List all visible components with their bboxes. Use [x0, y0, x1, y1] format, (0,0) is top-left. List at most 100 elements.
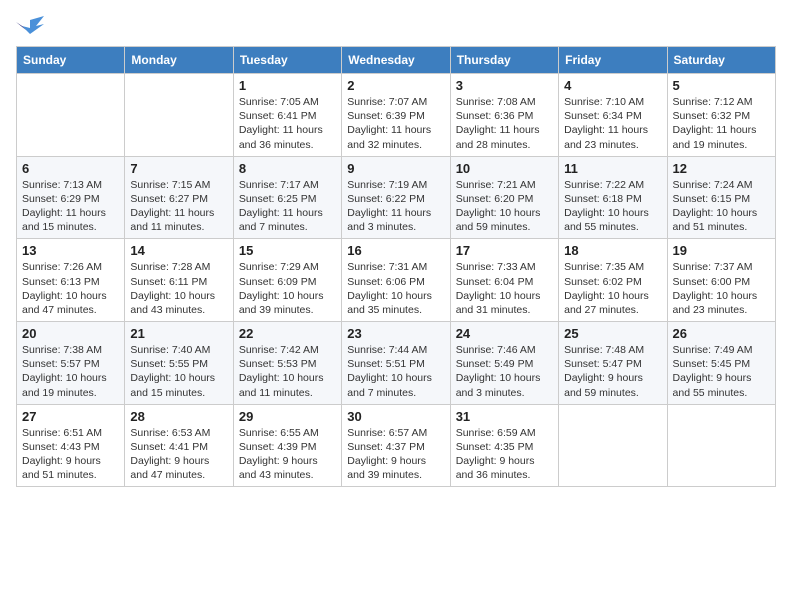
day-detail: Sunrise: 6:53 AM Sunset: 4:41 PM Dayligh… [130, 426, 227, 483]
calendar-cell: 14 Sunrise: 7:28 AM Sunset: 6:11 PM Dayli… [125, 239, 233, 322]
day-detail: Sunrise: 7:21 AM Sunset: 6:20 PM Dayligh… [456, 178, 553, 235]
page-header [16, 16, 776, 40]
calendar-week-row: 6 Sunrise: 7:13 AM Sunset: 6:29 PM Daylig… [17, 156, 776, 239]
day-detail: Sunrise: 7:35 AM Sunset: 6:02 PM Dayligh… [564, 260, 661, 317]
calendar-cell: 9 Sunrise: 7:19 AM Sunset: 6:22 PM Daylig… [342, 156, 450, 239]
day-detail: Sunrise: 7:31 AM Sunset: 6:06 PM Dayligh… [347, 260, 444, 317]
day-detail: Sunrise: 6:59 AM Sunset: 4:35 PM Dayligh… [456, 426, 553, 483]
day-number: 28 [130, 409, 227, 424]
calendar-cell: 11 Sunrise: 7:22 AM Sunset: 6:18 PM Dayli… [559, 156, 667, 239]
calendar-cell: 28 Sunrise: 6:53 AM Sunset: 4:41 PM Dayli… [125, 404, 233, 487]
calendar-cell: 20 Sunrise: 7:38 AM Sunset: 5:57 PM Dayli… [17, 322, 125, 405]
day-number: 21 [130, 326, 227, 341]
weekday-header-cell: Sunday [17, 47, 125, 74]
day-number: 23 [347, 326, 444, 341]
day-number: 18 [564, 243, 661, 258]
calendar-cell: 4Sunrise: 7:10 AM Sunset: 6:34 PM Daylig… [559, 74, 667, 157]
day-number: 17 [456, 243, 553, 258]
logo [16, 16, 48, 40]
day-detail: Sunrise: 7:15 AM Sunset: 6:27 PM Dayligh… [130, 178, 227, 235]
day-detail: Sunrise: 7:49 AM Sunset: 5:45 PM Dayligh… [673, 343, 770, 400]
calendar-week-row: 13Sunrise: 7:26 AM Sunset: 6:13 PM Dayli… [17, 239, 776, 322]
calendar-cell: 21 Sunrise: 7:40 AM Sunset: 5:55 PM Dayli… [125, 322, 233, 405]
weekday-header-cell: Thursday [450, 47, 558, 74]
day-detail: Sunrise: 7:42 AM Sunset: 5:53 PM Dayligh… [239, 343, 336, 400]
calendar-cell: 12 Sunrise: 7:24 AM Sunset: 6:15 PM Dayli… [667, 156, 775, 239]
calendar-cell: 29 Sunrise: 6:55 AM Sunset: 4:39 PM Dayli… [233, 404, 341, 487]
day-detail: Sunrise: 7:29 AM Sunset: 6:09 PM Dayligh… [239, 260, 336, 317]
day-detail: Sunrise: 7:24 AM Sunset: 6:15 PM Dayligh… [673, 178, 770, 235]
day-number: 24 [456, 326, 553, 341]
day-number: 3 [456, 78, 553, 93]
day-number: 20 [22, 326, 119, 341]
day-number: 16 [347, 243, 444, 258]
calendar-week-row: 27 Sunrise: 6:51 AM Sunset: 4:43 PM Dayli… [17, 404, 776, 487]
day-number: 27 [22, 409, 119, 424]
day-detail: Sunrise: 7:19 AM Sunset: 6:22 PM Dayligh… [347, 178, 444, 235]
calendar-cell [125, 74, 233, 157]
day-number: 9 [347, 161, 444, 176]
calendar-cell: 2Sunrise: 7:07 AM Sunset: 6:39 PM Daylig… [342, 74, 450, 157]
calendar-cell: 5 Sunrise: 7:12 AM Sunset: 6:32 PM Daylig… [667, 74, 775, 157]
calendar-cell: 19Sunrise: 7:37 AM Sunset: 6:00 PM Dayli… [667, 239, 775, 322]
calendar-cell: 17 Sunrise: 7:33 AM Sunset: 6:04 PM Dayli… [450, 239, 558, 322]
day-number: 12 [673, 161, 770, 176]
day-number: 26 [673, 326, 770, 341]
day-detail: Sunrise: 7:07 AM Sunset: 6:39 PM Dayligh… [347, 95, 444, 152]
day-detail: Sunrise: 7:13 AM Sunset: 6:29 PM Dayligh… [22, 178, 119, 235]
weekday-header-cell: Wednesday [342, 47, 450, 74]
calendar-cell [17, 74, 125, 157]
day-detail: Sunrise: 7:33 AM Sunset: 6:04 PM Dayligh… [456, 260, 553, 317]
calendar-cell: 25 Sunrise: 7:48 AM Sunset: 5:47 PM Dayli… [559, 322, 667, 405]
day-number: 15 [239, 243, 336, 258]
weekday-header-row: SundayMondayTuesdayWednesdayThursdayFrid… [17, 47, 776, 74]
calendar-cell: 23 Sunrise: 7:44 AM Sunset: 5:51 PM Dayli… [342, 322, 450, 405]
calendar-week-row: 20 Sunrise: 7:38 AM Sunset: 5:57 PM Dayli… [17, 322, 776, 405]
calendar-cell: 7 Sunrise: 7:15 AM Sunset: 6:27 PM Daylig… [125, 156, 233, 239]
weekday-header-cell: Tuesday [233, 47, 341, 74]
calendar-cell [667, 404, 775, 487]
calendar-cell: 18 Sunrise: 7:35 AM Sunset: 6:02 PM Dayli… [559, 239, 667, 322]
day-number: 7 [130, 161, 227, 176]
day-number: 13 [22, 243, 119, 258]
day-number: 11 [564, 161, 661, 176]
day-detail: Sunrise: 7:10 AM Sunset: 6:34 PM Dayligh… [564, 95, 661, 152]
calendar-cell: 31 Sunrise: 6:59 AM Sunset: 4:35 PM Dayli… [450, 404, 558, 487]
day-number: 14 [130, 243, 227, 258]
day-detail: Sunrise: 7:12 AM Sunset: 6:32 PM Dayligh… [673, 95, 770, 152]
day-detail: Sunrise: 7:48 AM Sunset: 5:47 PM Dayligh… [564, 343, 661, 400]
calendar-cell: 6 Sunrise: 7:13 AM Sunset: 6:29 PM Daylig… [17, 156, 125, 239]
day-detail: Sunrise: 6:51 AM Sunset: 4:43 PM Dayligh… [22, 426, 119, 483]
day-detail: Sunrise: 7:17 AM Sunset: 6:25 PM Dayligh… [239, 178, 336, 235]
day-number: 6 [22, 161, 119, 176]
day-detail: Sunrise: 7:38 AM Sunset: 5:57 PM Dayligh… [22, 343, 119, 400]
day-number: 30 [347, 409, 444, 424]
day-detail: Sunrise: 7:44 AM Sunset: 5:51 PM Dayligh… [347, 343, 444, 400]
calendar-cell: 3 Sunrise: 7:08 AM Sunset: 6:36 PM Daylig… [450, 74, 558, 157]
calendar-cell: 15 Sunrise: 7:29 AM Sunset: 6:09 PM Dayli… [233, 239, 341, 322]
weekday-header-cell: Saturday [667, 47, 775, 74]
day-detail: Sunrise: 6:55 AM Sunset: 4:39 PM Dayligh… [239, 426, 336, 483]
day-detail: Sunrise: 7:28 AM Sunset: 6:11 PM Dayligh… [130, 260, 227, 317]
day-detail: Sunrise: 7:40 AM Sunset: 5:55 PM Dayligh… [130, 343, 227, 400]
day-number: 8 [239, 161, 336, 176]
day-number: 10 [456, 161, 553, 176]
calendar-cell: 27 Sunrise: 6:51 AM Sunset: 4:43 PM Dayli… [17, 404, 125, 487]
day-number: 31 [456, 409, 553, 424]
calendar-cell: 16 Sunrise: 7:31 AM Sunset: 6:06 PM Dayli… [342, 239, 450, 322]
calendar-cell: 30Sunrise: 6:57 AM Sunset: 4:37 PM Dayli… [342, 404, 450, 487]
day-detail: Sunrise: 7:22 AM Sunset: 6:18 PM Dayligh… [564, 178, 661, 235]
day-detail: Sunrise: 7:46 AM Sunset: 5:49 PM Dayligh… [456, 343, 553, 400]
weekday-header-cell: Friday [559, 47, 667, 74]
calendar-cell: 22Sunrise: 7:42 AM Sunset: 5:53 PM Dayli… [233, 322, 341, 405]
calendar-cell: 8 Sunrise: 7:17 AM Sunset: 6:25 PM Daylig… [233, 156, 341, 239]
calendar-cell: 13Sunrise: 7:26 AM Sunset: 6:13 PM Dayli… [17, 239, 125, 322]
day-number: 29 [239, 409, 336, 424]
day-number: 1 [239, 78, 336, 93]
day-number: 25 [564, 326, 661, 341]
calendar-cell [559, 404, 667, 487]
calendar-table: SundayMondayTuesdayWednesdayThursdayFrid… [16, 46, 776, 487]
calendar-cell: 10 Sunrise: 7:21 AM Sunset: 6:20 PM Dayli… [450, 156, 558, 239]
day-number: 5 [673, 78, 770, 93]
day-detail: Sunrise: 7:08 AM Sunset: 6:36 PM Dayligh… [456, 95, 553, 152]
